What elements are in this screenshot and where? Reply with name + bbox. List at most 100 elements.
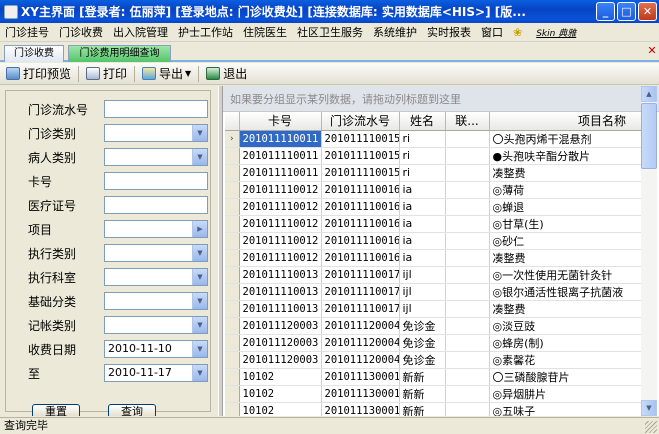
column-header-card-no[interactable]: 卡号 bbox=[239, 112, 322, 131]
cell-contact[interactable] bbox=[445, 198, 490, 216]
cell-card-no[interactable]: 10102 bbox=[239, 368, 322, 386]
cell-card-no[interactable]: 201011110012 bbox=[239, 215, 322, 233]
reset-button[interactable]: 重置 bbox=[32, 404, 80, 416]
row-indicator[interactable] bbox=[225, 351, 240, 369]
scroll-thumb[interactable] bbox=[641, 103, 657, 169]
menu-outpatient-charge[interactable]: 门诊收费 bbox=[54, 24, 108, 40]
cell-item-name[interactable]: ◎银尔通活性银离子抗菌液 bbox=[489, 283, 641, 301]
flow-no-combo[interactable] bbox=[104, 100, 208, 118]
table-row[interactable]: 10102 201011130001 新新 ◎异烟肼片 bbox=[225, 385, 641, 403]
row-indicator[interactable] bbox=[225, 385, 240, 403]
item-picker[interactable]: ▶ bbox=[104, 220, 208, 238]
cell-flow-no[interactable]: 201011110015 bbox=[321, 164, 400, 182]
row-indicator[interactable] bbox=[225, 402, 240, 416]
cell-name[interactable]: ri bbox=[399, 164, 446, 182]
vertical-scrollbar[interactable]: ▲ ▼ bbox=[641, 86, 657, 416]
cell-flow-no[interactable]: 201011130001 bbox=[321, 402, 400, 416]
column-header-name[interactable]: 姓名 bbox=[399, 112, 446, 131]
cell-item-name[interactable]: ◎一次性使用无菌针灸针 bbox=[489, 266, 641, 284]
row-indicator[interactable] bbox=[225, 266, 240, 284]
table-row[interactable]: 201011110012 201011110016 ia ◎甘草(生) bbox=[225, 215, 641, 233]
chevron-down-icon[interactable]: ▼ bbox=[192, 245, 207, 261]
column-header-item-name[interactable]: 项目名称 bbox=[489, 112, 641, 131]
resize-grip-icon[interactable] bbox=[645, 421, 657, 433]
cell-card-no[interactable]: 201011120003 bbox=[239, 351, 322, 369]
cell-name[interactable]: 免诊金 bbox=[399, 334, 446, 352]
menu-skin[interactable]: Skin 典雅 bbox=[531, 26, 581, 39]
chevron-down-icon[interactable]: ▼ bbox=[192, 341, 207, 357]
cell-item-name[interactable]: 〇三磷酸腺苷片 bbox=[489, 368, 641, 386]
base-class-combo[interactable]: ▼ bbox=[104, 292, 208, 310]
row-indicator[interactable] bbox=[225, 317, 240, 335]
cell-name[interactable]: 免诊金 bbox=[399, 351, 446, 369]
cell-card-no[interactable]: 10102 bbox=[239, 402, 322, 416]
table-row[interactable]: 201011110012 201011110016 ia 凑整费 bbox=[225, 249, 641, 267]
cell-contact[interactable] bbox=[445, 249, 490, 267]
table-row[interactable]: 201011110012 201011110016 ia ◎薄荷 bbox=[225, 181, 641, 199]
tab-outpatient-charge[interactable]: 门诊收费 bbox=[4, 45, 64, 62]
cell-contact[interactable] bbox=[445, 283, 490, 301]
cell-item-name[interactable]: 〇头孢丙烯干混悬剂 bbox=[489, 130, 641, 148]
menu-admission[interactable]: 出入院管理 bbox=[108, 24, 173, 40]
table-row[interactable]: 201011110011 201011110015 ri ●头孢呋辛酯分散片 bbox=[225, 147, 641, 165]
cell-name[interactable]: ia bbox=[399, 198, 446, 216]
cell-name[interactable]: 新新 bbox=[399, 402, 446, 416]
cell-name[interactable]: ijl bbox=[399, 266, 446, 284]
cell-card-no[interactable]: 201011110013 bbox=[239, 300, 322, 318]
row-indicator[interactable] bbox=[225, 249, 240, 267]
cell-card-no[interactable]: 10102 bbox=[239, 385, 322, 403]
menu-inpatient-doctor[interactable]: 住院医生 bbox=[238, 24, 292, 40]
column-header-contact[interactable]: 联... bbox=[445, 112, 490, 131]
chevron-down-icon[interactable]: ▼ bbox=[192, 317, 207, 333]
row-indicator[interactable] bbox=[225, 232, 240, 250]
cell-item-name[interactable]: ◎五味子 bbox=[489, 402, 641, 416]
exec-type-combo[interactable]: ▼ bbox=[104, 244, 208, 262]
patient-type-combo[interactable]: ▼ bbox=[104, 148, 208, 166]
cell-name[interactable]: 新新 bbox=[399, 368, 446, 386]
cell-flow-no[interactable]: 201011120004 bbox=[321, 334, 400, 352]
cell-item-name[interactable]: ◎蜂房(制) bbox=[489, 334, 641, 352]
cell-contact[interactable] bbox=[445, 368, 490, 386]
row-indicator[interactable] bbox=[225, 283, 240, 301]
cell-contact[interactable] bbox=[445, 385, 490, 403]
close-button[interactable]: ✕ bbox=[638, 2, 657, 21]
cell-name[interactable]: ia bbox=[399, 215, 446, 233]
table-row[interactable]: 201011120003 201011120004 免诊金 ◎蜂房(制) bbox=[225, 334, 641, 352]
exec-dept-combo[interactable]: ▼ bbox=[104, 268, 208, 286]
cell-contact[interactable] bbox=[445, 215, 490, 233]
menu-outpatient-register[interactable]: 门诊挂号 bbox=[0, 24, 54, 40]
cell-contact[interactable] bbox=[445, 334, 490, 352]
cell-card-no[interactable]: 201011110013 bbox=[239, 283, 322, 301]
menu-nurse-station[interactable]: 护士工作站 bbox=[173, 24, 238, 40]
cell-flow-no[interactable]: 201011120004 bbox=[321, 351, 400, 369]
row-indicator[interactable] bbox=[225, 147, 240, 165]
cell-contact[interactable] bbox=[445, 317, 490, 335]
cell-name[interactable]: ijl bbox=[399, 283, 446, 301]
table-row[interactable]: 201011110013 201011110017 ijl ◎银尔通活性银离子抗菌液 bbox=[225, 283, 641, 301]
cell-flow-no[interactable]: 201011110017 bbox=[321, 300, 400, 318]
cell-contact[interactable] bbox=[445, 181, 490, 199]
cell-contact[interactable] bbox=[445, 147, 490, 165]
cell-flow-no[interactable]: 201011130001 bbox=[321, 368, 400, 386]
cell-card-no[interactable]: 201011110012 bbox=[239, 249, 322, 267]
table-row[interactable]: 10102 201011130001 新新 ◎五味子 bbox=[225, 402, 641, 416]
menu-window[interactable]: 窗口 bbox=[476, 24, 508, 40]
cell-name[interactable]: ri bbox=[399, 147, 446, 165]
cell-item-name[interactable]: ◎蝉退 bbox=[489, 198, 641, 216]
cell-item-name[interactable]: 凑整费 bbox=[489, 164, 641, 182]
scroll-down-icon[interactable]: ▼ bbox=[641, 400, 657, 416]
chevron-down-icon[interactable]: ▼ bbox=[192, 149, 207, 165]
minimize-button[interactable]: _ bbox=[596, 2, 615, 21]
cell-item-name[interactable]: ◎淡豆豉 bbox=[489, 317, 641, 335]
cell-card-no[interactable]: 201011110011 bbox=[239, 130, 322, 148]
cell-contact[interactable] bbox=[445, 164, 490, 182]
cell-name[interactable]: ia bbox=[399, 181, 446, 199]
print-button[interactable]: 打印 bbox=[80, 65, 133, 82]
charge-date-picker[interactable]: 2010-11-10 ▼ bbox=[104, 340, 208, 358]
cell-flow-no[interactable]: 201011110016 bbox=[321, 215, 400, 233]
cell-flow-no[interactable]: 201011120004 bbox=[321, 317, 400, 335]
table-row[interactable]: 201011110013 201011110017 ijl ◎一次性使用无菌针灸针 bbox=[225, 266, 641, 284]
cell-flow-no[interactable]: 201011110015 bbox=[321, 147, 400, 165]
row-indicator[interactable] bbox=[225, 181, 240, 199]
maximize-button[interactable]: □ bbox=[617, 2, 636, 21]
